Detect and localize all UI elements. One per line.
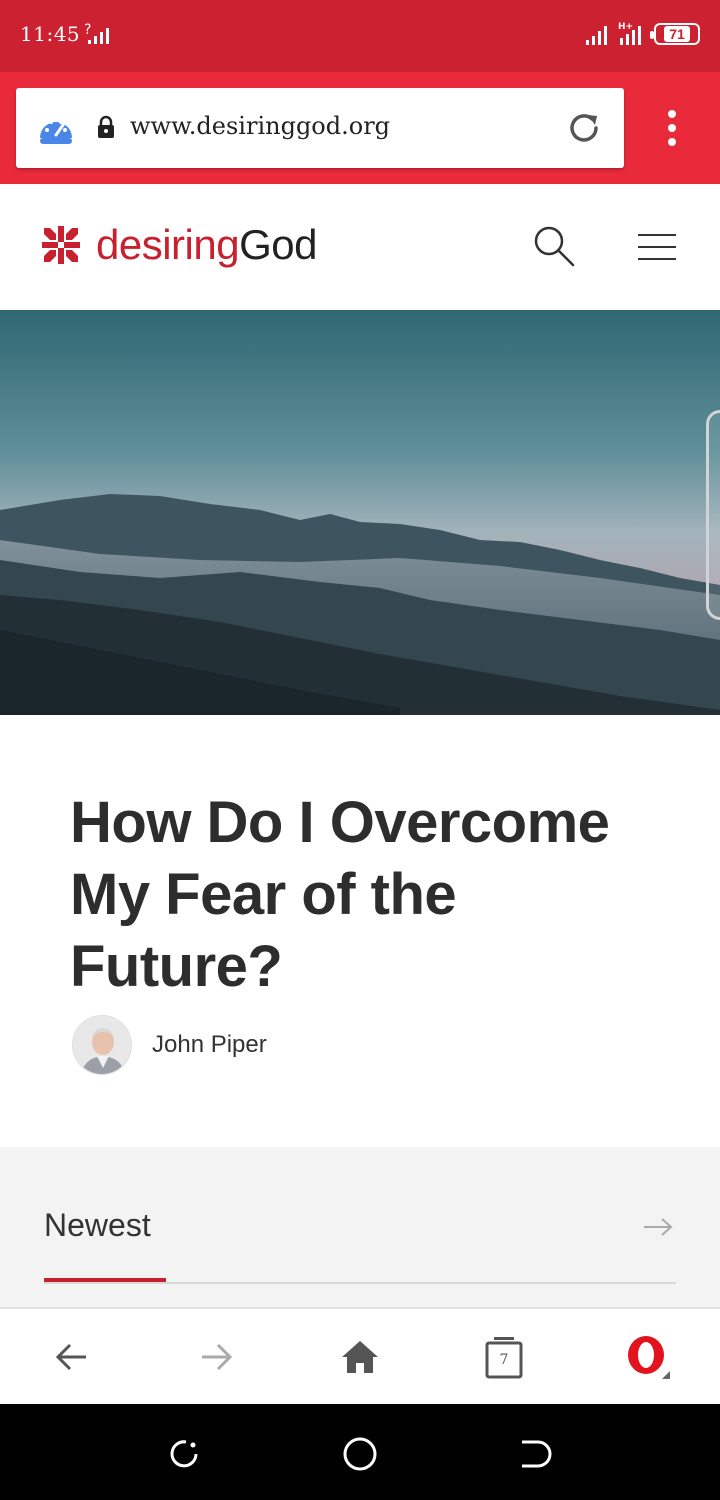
browser-menu-icon[interactable]: [652, 108, 692, 148]
site-logo[interactable]: desiringGod: [40, 222, 317, 268]
hamburger-menu-icon[interactable]: [638, 234, 676, 260]
author-name[interactable]: John Piper: [152, 1031, 267, 1059]
desiring-god-logo-icon: [42, 226, 80, 264]
status-time: 11:45: [20, 22, 81, 46]
opera-icon: [628, 1336, 670, 1379]
back-nav-icon[interactable]: [516, 1434, 556, 1474]
home-circle-icon[interactable]: [340, 1434, 380, 1474]
back-arrow-icon: [55, 1343, 86, 1371]
forward-button[interactable]: [192, 1333, 240, 1381]
hero-image: [0, 310, 720, 715]
arrow-right-icon[interactable]: [642, 1215, 674, 1239]
svg-text:?: ?: [84, 22, 91, 38]
search-icon[interactable]: [532, 224, 576, 268]
lock-icon: [98, 115, 114, 138]
wifi-signal-icon: ?: [84, 22, 109, 44]
browser-bottom-bar: 7: [0, 1307, 720, 1404]
logo-text-desiring: desiring: [96, 221, 240, 268]
tab-active-indicator: [44, 1278, 166, 1282]
battery-icon: 71: [650, 23, 700, 45]
avatar: [72, 1015, 132, 1075]
tabs-count: 7: [499, 1352, 509, 1368]
article-title[interactable]: How Do I Overcome My Fear of the Future?: [70, 787, 660, 1003]
battery-level: 71: [664, 26, 690, 42]
forward-arrow-icon: [202, 1343, 233, 1371]
author-byline[interactable]: John Piper: [72, 1015, 267, 1075]
recent-apps-icon[interactable]: [164, 1434, 204, 1474]
article-card[interactable]: How Do I Overcome My Fear of the Future?…: [0, 715, 720, 1147]
signal-hplus-icon: H+: [618, 22, 641, 45]
opera-menu-button[interactable]: [624, 1333, 672, 1381]
tab-divider: [44, 1282, 676, 1284]
system-nav-bar: [0, 1404, 720, 1500]
svg-text:H+: H+: [618, 22, 633, 32]
address-bar[interactable]: www.desiringgod.org: [16, 88, 624, 168]
tab-newest[interactable]: Newest: [44, 1207, 151, 1244]
home-icon: [342, 1341, 378, 1373]
reload-icon[interactable]: [564, 108, 604, 148]
back-button[interactable]: [48, 1333, 96, 1381]
logo-text-god: God: [239, 221, 317, 268]
speed-dial-icon[interactable]: [36, 108, 76, 148]
scroll-handle[interactable]: [706, 410, 720, 620]
browser-toolbar: www.desiringgod.org: [0, 72, 720, 184]
url-text[interactable]: www.desiringgod.org: [130, 112, 390, 140]
signal-icon: [586, 26, 607, 45]
newest-section: Newest: [0, 1147, 720, 1307]
home-button[interactable]: [336, 1333, 384, 1381]
site-header: desiringGod: [0, 184, 720, 310]
tabs-button[interactable]: 7: [480, 1333, 528, 1381]
status-bar: 11:45 ? H+ 71: [0, 0, 720, 72]
